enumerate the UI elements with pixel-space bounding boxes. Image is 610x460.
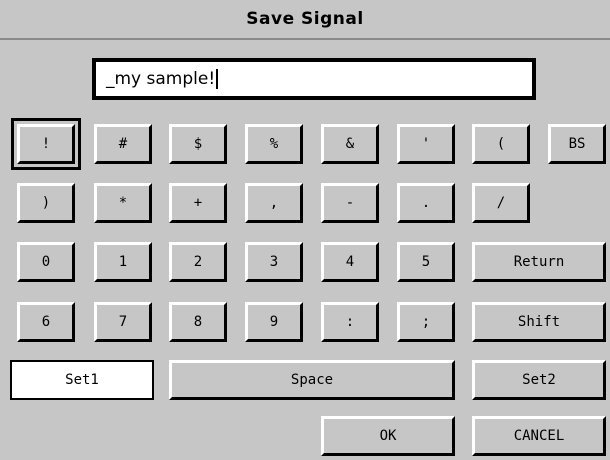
key-hash[interactable]: # bbox=[94, 124, 152, 164]
key-9[interactable]: 9 bbox=[245, 302, 303, 342]
key-plus[interactable]: + bbox=[169, 183, 227, 223]
text-cursor bbox=[216, 69, 219, 89]
filename-input[interactable]: _my sample! bbox=[92, 58, 536, 100]
title-bar: Save Signal bbox=[0, 0, 610, 40]
key-period[interactable]: . bbox=[397, 183, 455, 223]
key-colon[interactable]: : bbox=[321, 302, 379, 342]
key-ampersand[interactable]: & bbox=[321, 124, 379, 164]
key-semicolon[interactable]: ; bbox=[397, 302, 455, 342]
key-0[interactable]: 0 bbox=[17, 242, 75, 282]
key-4[interactable]: 4 bbox=[321, 242, 379, 282]
key-close-paren[interactable]: ) bbox=[17, 183, 75, 223]
key-2[interactable]: 2 bbox=[169, 242, 227, 282]
key-apostrophe[interactable]: ' bbox=[397, 124, 455, 164]
key-8[interactable]: 8 bbox=[169, 302, 227, 342]
backspace-button[interactable]: BS bbox=[548, 124, 606, 164]
filename-value: _my sample! bbox=[106, 69, 216, 89]
shift-button[interactable]: Shift bbox=[472, 302, 606, 342]
key-exclamation[interactable]: ! bbox=[11, 118, 81, 170]
key-3[interactable]: 3 bbox=[245, 242, 303, 282]
key-percent[interactable]: % bbox=[245, 124, 303, 164]
key-1[interactable]: 1 bbox=[94, 242, 152, 282]
key-6[interactable]: 6 bbox=[17, 302, 75, 342]
return-button[interactable]: Return bbox=[472, 242, 606, 282]
key-minus[interactable]: - bbox=[321, 183, 379, 223]
key-slash[interactable]: / bbox=[472, 183, 530, 223]
key-7[interactable]: 7 bbox=[94, 302, 152, 342]
window-title: Save Signal bbox=[246, 9, 364, 29]
key-dollar[interactable]: $ bbox=[169, 124, 227, 164]
key-asterisk[interactable]: * bbox=[94, 183, 152, 223]
key-comma[interactable]: , bbox=[245, 183, 303, 223]
set2-button[interactable]: Set2 bbox=[472, 360, 606, 400]
ok-button[interactable]: OK bbox=[321, 416, 455, 456]
key-5[interactable]: 5 bbox=[397, 242, 455, 282]
key-open-paren[interactable]: ( bbox=[472, 124, 530, 164]
cancel-button[interactable]: CANCEL bbox=[472, 416, 606, 456]
space-button[interactable]: Space bbox=[169, 360, 455, 400]
set1-button[interactable]: Set1 bbox=[10, 360, 154, 400]
